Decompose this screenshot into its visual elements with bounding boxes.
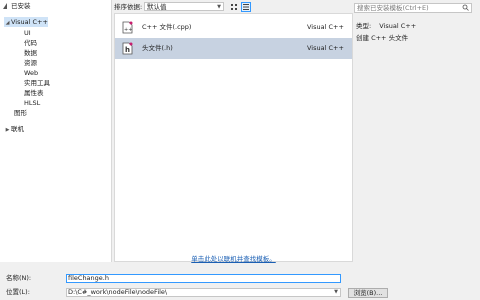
chevron-down-icon[interactable]: ▼ bbox=[334, 289, 338, 296]
location-label: 位置(L): bbox=[6, 288, 30, 296]
location-value: D:\C#_work\nodeFile\nodeFile\ bbox=[68, 288, 168, 296]
grid-view-button[interactable] bbox=[229, 2, 239, 12]
sort-label: 排序依据: bbox=[114, 3, 143, 11]
type-row: 类型: Visual C++ bbox=[356, 20, 476, 32]
expand-arrow-icon[interactable]: ◢ bbox=[4, 18, 11, 28]
tree-item-visual-cpp[interactable]: ◢ Visual C++ bbox=[4, 17, 48, 27]
tree-item-hlsl[interactable]: HLSL bbox=[24, 98, 40, 108]
grid-view-icon bbox=[231, 4, 237, 10]
tree-item-online[interactable]: ▶ 联机 bbox=[4, 124, 24, 134]
template-name: 头文件(.h) bbox=[142, 44, 173, 52]
template-name: C++ 文件(.cpp) bbox=[142, 23, 192, 31]
tree-item-utility[interactable]: 实用工具 bbox=[24, 78, 50, 88]
list-view-button[interactable] bbox=[241, 2, 251, 12]
type-value: Visual C++ bbox=[379, 22, 417, 30]
online-templates-link[interactable]: 单击此处以联机并查找模板。 bbox=[114, 255, 353, 264]
expand-arrow-icon[interactable]: ▶ bbox=[4, 125, 11, 135]
list-view-icon bbox=[243, 4, 249, 10]
sort-value: 默认值 bbox=[147, 3, 167, 11]
browse-button[interactable]: 浏览(B)... bbox=[348, 288, 388, 298]
sort-dropdown[interactable]: 默认值 ▼ bbox=[144, 2, 224, 11]
name-label: 名称(N): bbox=[6, 274, 32, 282]
location-input[interactable]: D:\C#_work\nodeFile\nodeFile\ ▼ bbox=[66, 288, 341, 297]
chevron-down-icon: ▼ bbox=[217, 4, 221, 10]
tree-item-ui[interactable]: UI bbox=[24, 28, 31, 38]
search-icon[interactable] bbox=[462, 4, 469, 13]
name-value: fileChange.h bbox=[68, 274, 109, 282]
search-placeholder: 搜索已安装模板(Ctrl+E) bbox=[357, 4, 429, 12]
tree-item-web[interactable]: Web bbox=[24, 68, 38, 78]
template-info-panel: 类型: Visual C++ 创建 C++ 头文件 bbox=[356, 20, 476, 44]
template-tree: 已安装 ◢ Visual C++ UI 代码 数据 资源 Web 实用工具 属性表… bbox=[0, 0, 112, 262]
template-language: Visual C++ bbox=[307, 23, 344, 31]
tree-item-data[interactable]: 数据 bbox=[24, 48, 37, 58]
collapse-arrow-icon[interactable] bbox=[2, 2, 8, 12]
search-input[interactable]: 搜索已安装模板(Ctrl+E) bbox=[354, 3, 472, 13]
tree-item-property-sheet[interactable]: 属性表 bbox=[24, 88, 44, 98]
tree-header[interactable]: 已安装 bbox=[0, 0, 111, 13]
tree-item-label: 联机 bbox=[11, 125, 24, 133]
svg-text:++: ++ bbox=[124, 27, 132, 33]
tree-item-code[interactable]: 代码 bbox=[24, 38, 37, 48]
template-language: Visual C++ bbox=[307, 44, 344, 52]
tree-header-label: 已安装 bbox=[11, 2, 31, 10]
svg-text:h: h bbox=[125, 46, 130, 54]
type-label: 类型: bbox=[356, 22, 372, 30]
tree-item-graphics[interactable]: 图形 bbox=[14, 108, 27, 118]
name-input[interactable]: fileChange.h bbox=[66, 274, 341, 283]
tree-item-resource[interactable]: 资源 bbox=[24, 58, 37, 68]
template-description: 创建 C++ 头文件 bbox=[356, 34, 409, 42]
template-list: ++ C++ 文件(.cpp) Visual C++ h 头文件(.h) Vis… bbox=[114, 13, 353, 262]
template-item-cpp[interactable]: ++ C++ 文件(.cpp) Visual C++ bbox=[115, 17, 352, 38]
template-item-header[interactable]: h 头文件(.h) Visual C++ bbox=[115, 38, 352, 59]
tree-item-label: Visual C++ bbox=[11, 18, 48, 26]
cpp-file-icon: ++ bbox=[122, 21, 133, 34]
header-file-icon: h bbox=[122, 42, 133, 55]
